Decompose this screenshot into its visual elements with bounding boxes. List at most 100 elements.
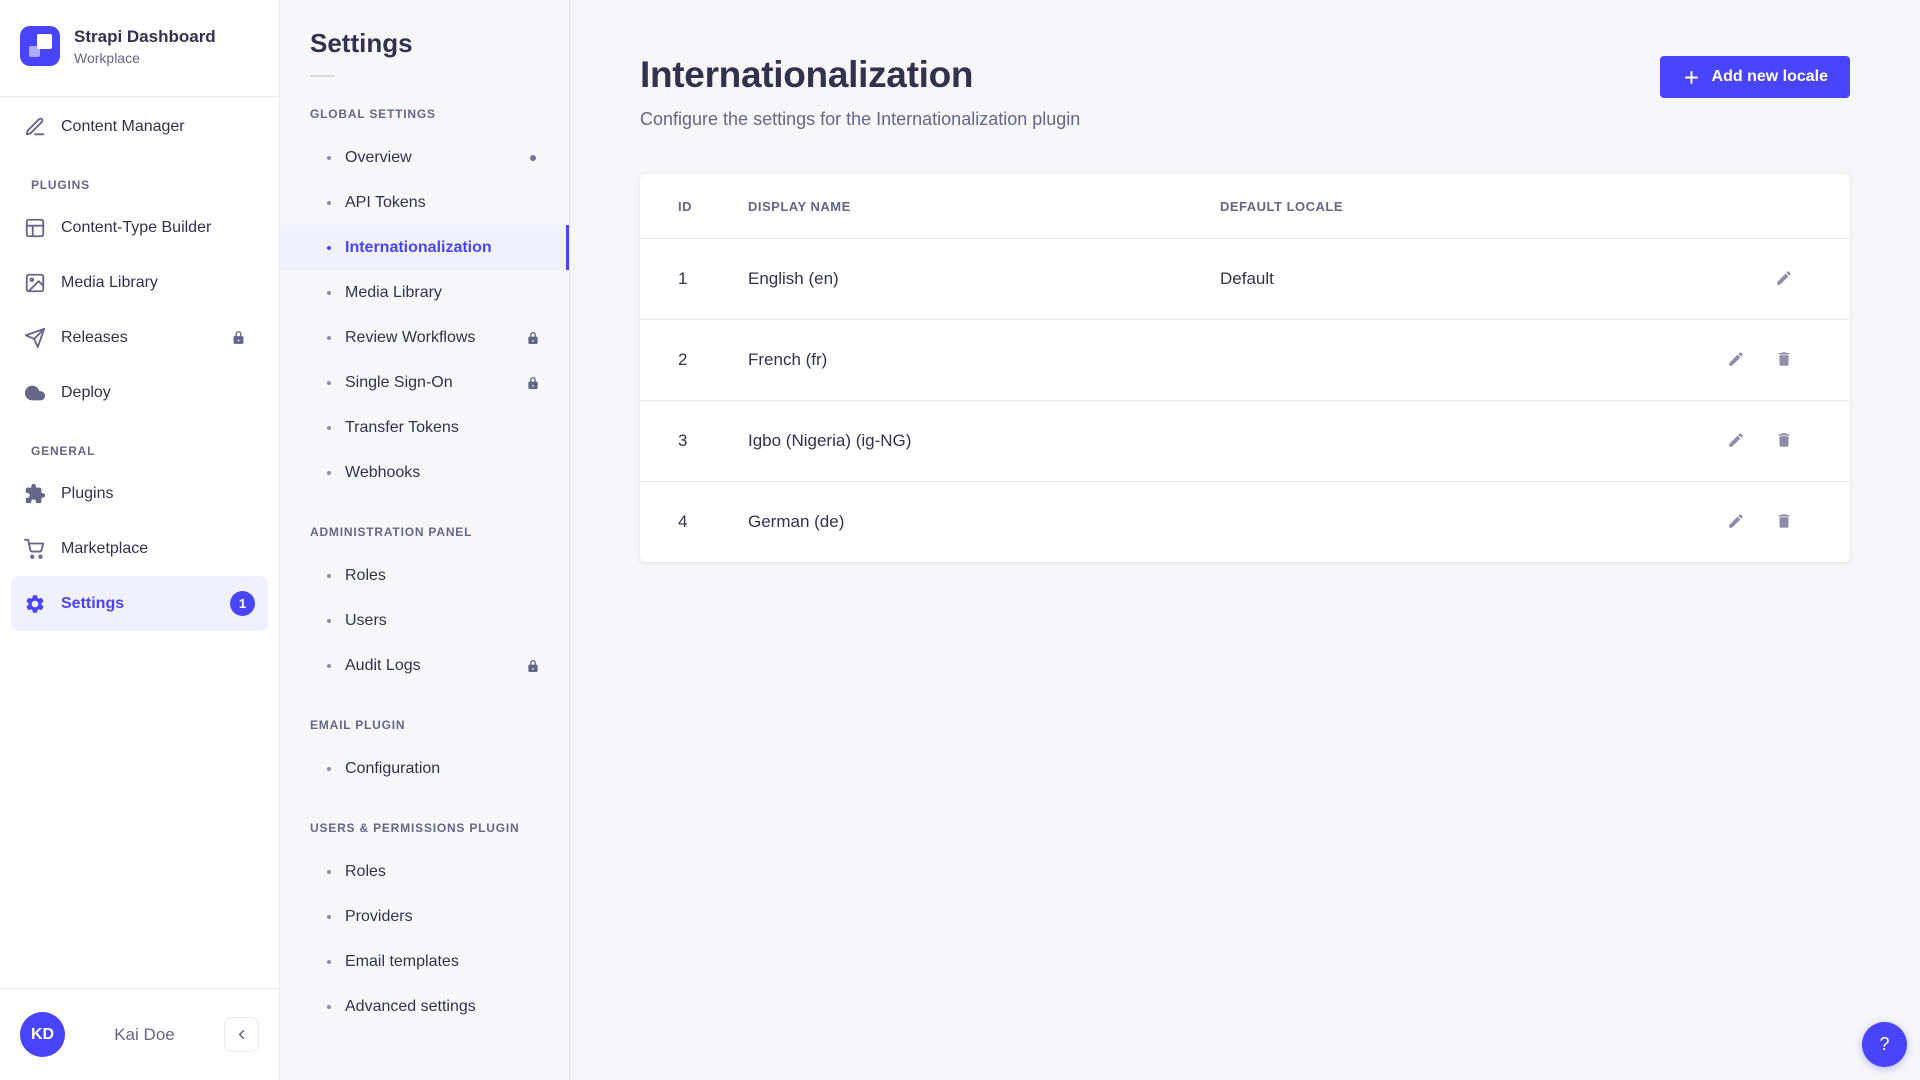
- subnav-item-label: Roles: [345, 566, 386, 584]
- locale-id: 1: [678, 269, 688, 288]
- strapi-logo-icon: [20, 26, 60, 66]
- subnav-item-providers[interactable]: Providers: [280, 894, 569, 939]
- help-button[interactable]: ?: [1862, 1022, 1907, 1067]
- sidebar-item-label: Deploy: [61, 383, 111, 401]
- avatar[interactable]: KD: [20, 1012, 65, 1057]
- brand-subtitle: Workplace: [74, 49, 140, 66]
- sidebar-item-content-type-builder[interactable]: Content-Type Builder: [11, 200, 268, 255]
- bullet-icon: [327, 155, 331, 160]
- row-actions: [1664, 269, 1794, 289]
- edit-locale-button[interactable]: [1774, 269, 1794, 289]
- subnav-item-overview[interactable]: Overview: [280, 135, 569, 180]
- page-header-text: Internationalization Configure the setti…: [640, 54, 1080, 130]
- row-actions: [1664, 512, 1794, 532]
- subnav-item-email-templates[interactable]: Email templates: [280, 939, 569, 984]
- subnav-item-label: Overview: [345, 148, 412, 166]
- user-name: Kai Doe: [114, 1024, 175, 1044]
- edit-locale-button[interactable]: [1726, 431, 1746, 451]
- subnav-item-roles[interactable]: Roles: [280, 849, 569, 894]
- trash-icon: [1775, 514, 1793, 533]
- bullet-icon: [327, 425, 331, 430]
- sidebar-item-label: Plugins: [61, 484, 114, 502]
- subnav-item-label: Webhooks: [345, 463, 421, 481]
- lock-icon: [525, 375, 541, 391]
- workspace-switcher[interactable]: Strapi Dashboard Workplace: [0, 0, 279, 96]
- bullet-icon: [327, 245, 331, 250]
- app-root: Strapi Dashboard Workplace Content Manag…: [0, 0, 1920, 1080]
- plugins-icon: [24, 483, 46, 505]
- sidebar-item-label: Media Library: [61, 273, 158, 291]
- subnav-item-webhooks[interactable]: Webhooks: [280, 450, 569, 495]
- sidebar-item-settings[interactable]: Settings 1: [11, 576, 268, 631]
- subnav-item-internationalization[interactable]: Internationalization: [280, 225, 569, 270]
- sidebar-item-marketplace[interactable]: Marketplace: [11, 521, 268, 576]
- settings-icon: [24, 593, 46, 615]
- subnav-item-label: Internationalization: [345, 238, 492, 256]
- subnav-item-media-library[interactable]: Media Library: [280, 270, 569, 315]
- delete-locale-button[interactable]: [1774, 431, 1794, 451]
- subnav-item-users[interactable]: Users: [280, 598, 569, 643]
- settings-subnav: Settings GLOBAL SETTINGS Overview API Toke…: [280, 0, 570, 1080]
- pencil-icon: [1727, 352, 1745, 371]
- brand-title: Strapi Dashboard: [74, 27, 216, 47]
- bullet-icon: [327, 914, 331, 919]
- column-header-id: ID: [678, 198, 692, 214]
- subnav-item-label: Roles: [345, 862, 386, 880]
- subnav-item-audit-logs[interactable]: Audit Logs: [280, 643, 569, 688]
- sidebar-nav: Content Manager PLUGINS Content-Type Build…: [0, 97, 279, 988]
- subnav-item-configuration[interactable]: Configuration: [280, 746, 569, 791]
- delete-locale-button[interactable]: [1774, 512, 1794, 532]
- brand-text: Strapi Dashboard Workplace: [74, 26, 216, 65]
- subnav-sections: GLOBAL SETTINGS Overview API Tokens Interna…: [280, 107, 569, 1029]
- locale-display-name: French (fr): [748, 350, 828, 369]
- main-sidebar: Strapi Dashboard Workplace Content Manag…: [0, 0, 280, 1080]
- row-actions: [1664, 350, 1794, 370]
- table-header-row: ID DISPLAY NAME DEFAULT LOCALE: [640, 174, 1850, 238]
- subnav-section-label-global-settings: GLOBAL SETTINGS: [310, 107, 436, 121]
- sidebar-item-releases[interactable]: Releases: [11, 310, 268, 365]
- sidebar-item-label: Marketplace: [61, 539, 149, 557]
- bullet-icon: [327, 663, 331, 668]
- row-actions: [1664, 431, 1794, 451]
- add-new-locale-button[interactable]: Add new locale: [1659, 56, 1850, 98]
- deploy-icon: [24, 382, 46, 404]
- subnav-item-label: Users: [345, 611, 387, 629]
- lock-icon: [525, 330, 541, 346]
- sidebar-section-label-general: GENERAL: [31, 444, 96, 458]
- subnav-item-api-tokens[interactable]: API Tokens: [280, 180, 569, 225]
- sidebar-item-deploy[interactable]: Deploy: [11, 365, 268, 420]
- lock-icon: [230, 329, 247, 346]
- subnav-item-review-workflows[interactable]: Review Workflows: [280, 315, 569, 360]
- subnav-item-label: Transfer Tokens: [345, 418, 459, 436]
- notification-badge: 1: [230, 591, 255, 616]
- edit-locale-button[interactable]: [1726, 350, 1746, 370]
- bullet-icon: [327, 200, 331, 205]
- sidebar-item-media-library[interactable]: Media Library: [11, 255, 268, 310]
- page-header: Internationalization Configure the setti…: [640, 54, 1850, 130]
- page-title: Internationalization: [640, 54, 974, 95]
- question-icon: ?: [1879, 1034, 1890, 1054]
- subnav-item-advanced-settings[interactable]: Advanced settings: [280, 984, 569, 1029]
- edit-locale-button[interactable]: [1726, 512, 1746, 532]
- bullet-icon: [327, 869, 331, 874]
- subnav-item-single-sign-on[interactable]: Single Sign-On: [280, 360, 569, 405]
- subnav-item-label: API Tokens: [345, 193, 426, 211]
- bullet-icon: [327, 618, 331, 623]
- sidebar-item-content-manager[interactable]: Content Manager: [11, 99, 268, 154]
- subnav-section-label-administration-panel: ADMINISTRATION PANEL: [310, 525, 473, 539]
- subnav-section-label-email-plugin: EMAIL PLUGIN: [310, 718, 406, 732]
- subnav-item-roles[interactable]: Roles: [280, 553, 569, 598]
- column-header-display-name: DISPLAY NAME: [748, 198, 851, 214]
- subnav-item-transfer-tokens[interactable]: Transfer Tokens: [280, 405, 569, 450]
- subnav-item-label: Providers: [345, 907, 413, 925]
- lock-icon: [525, 658, 541, 674]
- sidebar-item-plugins[interactable]: Plugins: [11, 466, 268, 521]
- bullet-icon: [327, 766, 331, 771]
- locale-display-name: Igbo (Nigeria) (ig-NG): [748, 431, 912, 450]
- bullet-icon: [327, 380, 331, 385]
- trash-icon: [1775, 352, 1793, 371]
- collapse-sidebar-button[interactable]: [224, 1017, 259, 1052]
- plus-icon: [1682, 68, 1701, 87]
- subnav-item-label: Single Sign-On: [345, 373, 453, 391]
- delete-locale-button[interactable]: [1774, 350, 1794, 370]
